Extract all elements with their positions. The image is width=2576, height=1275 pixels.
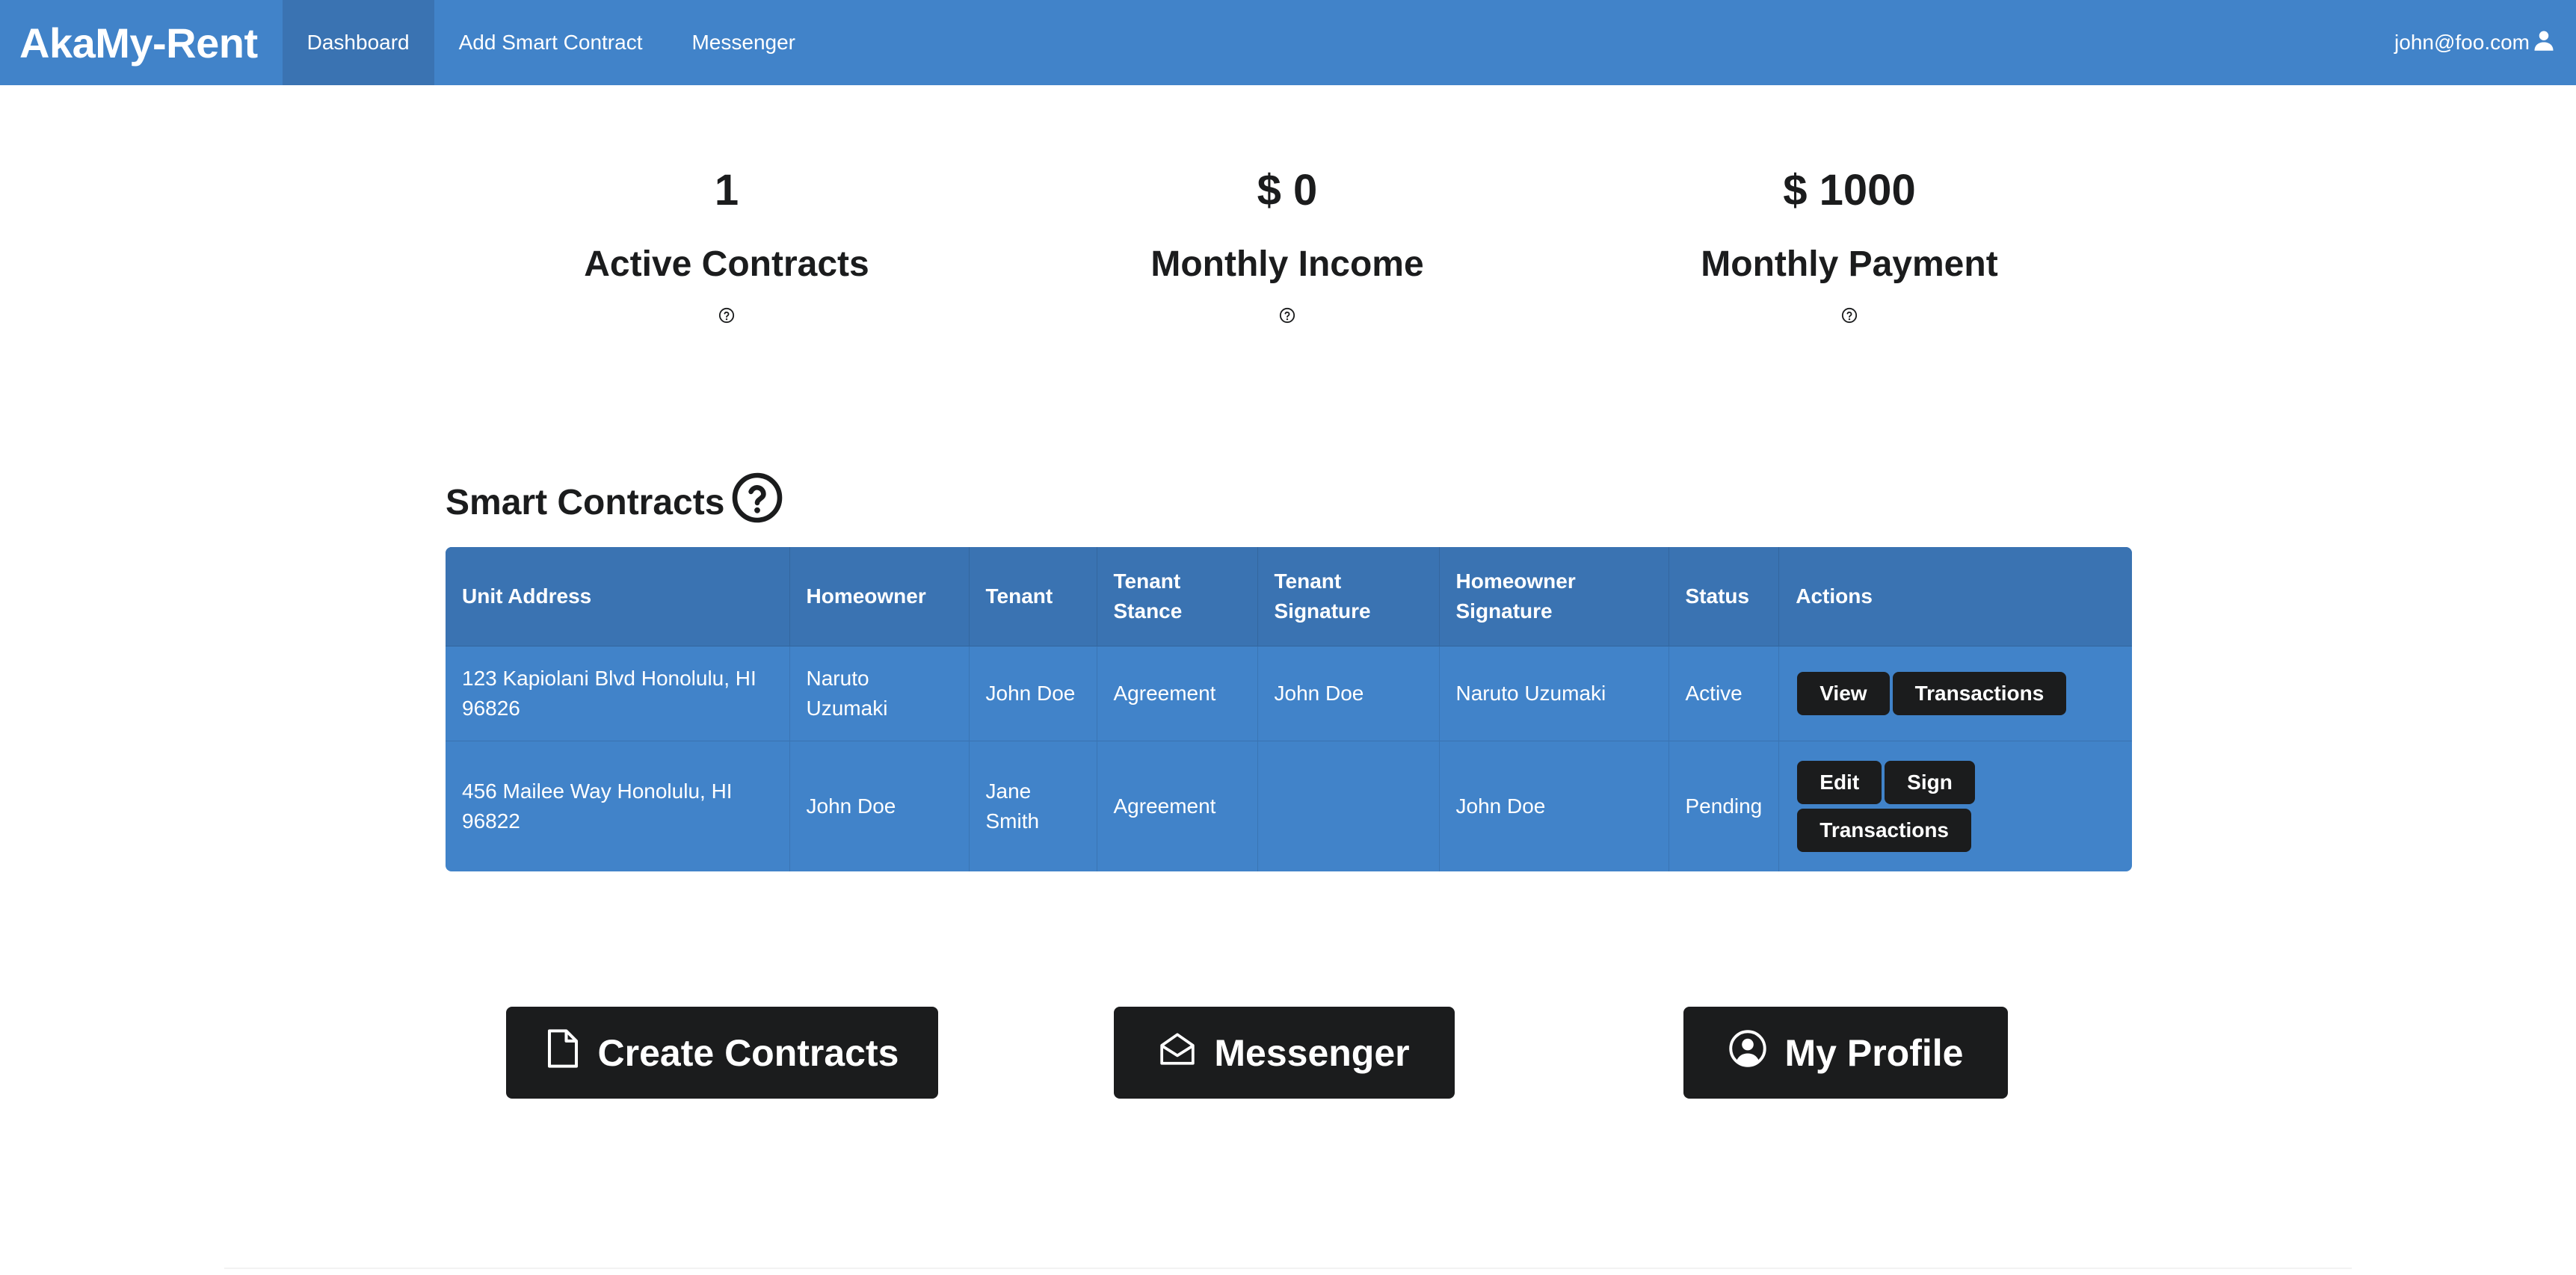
stat-value: $ 1000 (1783, 166, 1916, 214)
cell-homeowner-signature: John Doe (1438, 741, 1668, 871)
table-row: 123 Kapiolani Blvd Honolulu, HI 96826 Na… (446, 646, 2132, 741)
table-row: 456 Mailee Way Honolulu, HI 96822 John D… (446, 741, 2132, 871)
nav-add-smart-contract[interactable]: Add Smart Contract (434, 0, 668, 85)
cell-actions: View Transactions (1778, 646, 2132, 741)
stat-value: 1 (714, 166, 739, 214)
create-contracts-label: Create Contracts (597, 1031, 899, 1074)
nav-messenger[interactable]: Messenger (667, 0, 820, 85)
user-circle-icon (1728, 1029, 1767, 1077)
transactions-button[interactable]: Transactions (1892, 672, 2067, 715)
top-menu: AkaMy-Rent Dashboard Add Smart Contract … (0, 0, 2576, 85)
stat-label: Active Contracts (584, 244, 869, 284)
messenger-label: Messenger (1214, 1031, 1410, 1074)
question-circle-icon[interactable] (443, 307, 1011, 324)
cell-tenant-stance: Agreement (1096, 646, 1257, 741)
cell-tenant: Jane Smith (968, 741, 1097, 871)
file-icon (546, 1028, 580, 1078)
user-email: john@foo.com (2394, 31, 2530, 54)
stat-monthly-income: $ 0 Monthly Income (1003, 161, 1571, 324)
cell-unit-address: 456 Mailee Way Honolulu, HI 96822 (446, 741, 789, 871)
user-icon (2533, 29, 2555, 57)
cell-tenant-stance: Agreement (1096, 741, 1257, 871)
section-title-text: Smart Contracts (446, 482, 725, 522)
sign-button[interactable]: Sign (1885, 761, 1975, 804)
user-menu[interactable]: john@foo.com (2394, 0, 2576, 85)
question-circle-icon[interactable] (1565, 307, 2133, 324)
cell-tenant-signature: John Doe (1257, 646, 1439, 741)
question-circle-icon[interactable] (1003, 307, 1571, 324)
brand-logo[interactable]: AkaMy-Rent (0, 0, 283, 85)
col-unit-address[interactable]: Unit Address (446, 547, 789, 646)
col-tenant-stance[interactable]: Tenant Stance (1096, 547, 1257, 646)
messenger-button[interactable]: Messenger (1114, 1007, 1455, 1099)
cell-actions: Edit Sign Transactions (1778, 741, 2132, 871)
question-circle-icon[interactable] (730, 471, 784, 534)
my-profile-button[interactable]: My Profile (1683, 1007, 2008, 1099)
nav-dashboard[interactable]: Dashboard (282, 0, 434, 85)
cell-status: Pending (1668, 741, 1779, 871)
col-status[interactable]: Status (1668, 547, 1779, 646)
table-header-row: Unit Address Homeowner Tenant Tenant Sta… (446, 547, 2132, 646)
cell-unit-address: 123 Kapiolani Blvd Honolulu, HI 96826 (446, 646, 789, 741)
stat-value: $ 0 (1257, 166, 1318, 214)
view-button[interactable]: View (1797, 672, 1890, 715)
stat-label: Monthly Income (1150, 244, 1424, 284)
cell-tenant-signature (1257, 741, 1439, 871)
stat-label: Monthly Payment (1701, 244, 1998, 284)
cell-status: Active (1668, 646, 1779, 741)
section-title-smart-contracts: Smart Contracts (446, 471, 784, 534)
col-tenant-signature[interactable]: Tenant Signature (1257, 547, 1439, 646)
cell-tenant: John Doe (968, 646, 1097, 741)
col-homeowner-signature[interactable]: Homeowner Signature (1438, 547, 1668, 646)
stat-monthly-payment: $ 1000 Monthly Payment (1565, 161, 2133, 324)
envelope-open-icon (1159, 1030, 1196, 1076)
col-actions: Actions (1778, 547, 2132, 646)
create-contracts-button[interactable]: Create Contracts (506, 1007, 938, 1099)
footer-divider (224, 1268, 2352, 1269)
col-homeowner[interactable]: Homeowner (789, 547, 969, 646)
contracts-table: Unit Address Homeowner Tenant Tenant Sta… (446, 547, 2132, 871)
transactions-button[interactable]: Transactions (1797, 809, 1971, 852)
stat-active-contracts: 1 Active Contracts (443, 161, 1011, 324)
cell-homeowner: Naruto Uzumaki (789, 646, 969, 741)
cell-homeowner-signature: Naruto Uzumaki (1438, 646, 1668, 741)
my-profile-label: My Profile (1784, 1031, 1964, 1074)
edit-button[interactable]: Edit (1797, 761, 1882, 804)
cell-homeowner: John Doe (789, 741, 969, 871)
col-tenant[interactable]: Tenant (968, 547, 1097, 646)
